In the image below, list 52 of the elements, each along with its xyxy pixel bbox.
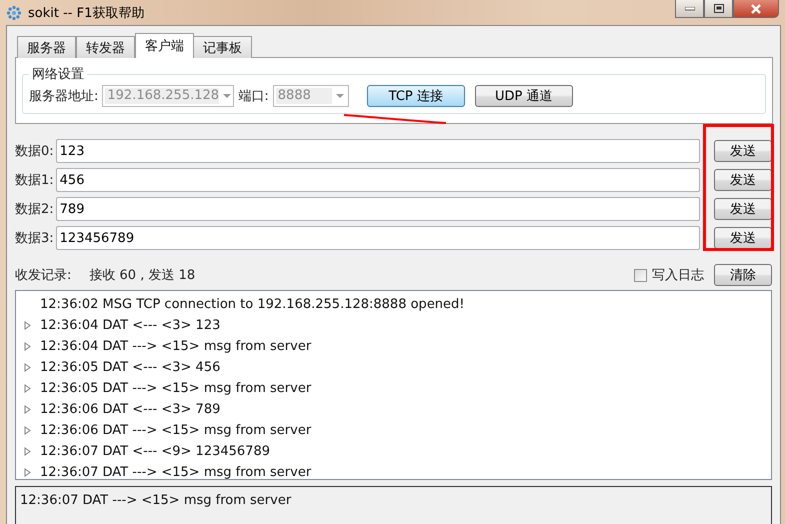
data-label: 数据0: — [15, 143, 54, 160]
clear-button[interactable]: 清除 — [714, 264, 772, 286]
expand-icon[interactable] — [24, 405, 31, 414]
expand-icon[interactable] — [24, 384, 31, 393]
log-entry[interactable]: 12:36:07 DAT <--- <9> 123456789 — [40, 444, 270, 459]
data-field[interactable]: 789 — [56, 197, 700, 221]
address-label: 服务器地址: — [29, 88, 98, 105]
tab[interactable]: 记事板 — [193, 36, 252, 58]
expand-icon[interactable] — [24, 426, 31, 435]
maximize-icon — [714, 4, 724, 13]
log-entry[interactable]: 12:36:06 DAT <--- <3> 789 — [40, 402, 220, 417]
send-button[interactable]: 发送 — [714, 198, 772, 220]
log-checkbox[interactable] — [634, 268, 647, 282]
tab[interactable]: 服务器 — [17, 36, 76, 58]
send-button[interactable]: 发送 — [714, 227, 772, 249]
app-icon — [6, 4, 22, 20]
log-checkbox-label: 写入日志 — [652, 267, 704, 284]
log-entry[interactable]: 12:36:05 DAT <--- <3> 456 — [40, 360, 220, 375]
maximize-button[interactable] — [704, 0, 733, 18]
send-button[interactable]: 发送 — [714, 169, 772, 191]
send-button[interactable]: 发送 — [714, 140, 772, 162]
expand-icon[interactable] — [24, 447, 31, 456]
data-field[interactable]: 123456789 — [56, 226, 700, 250]
data-field[interactable]: 456 — [56, 168, 700, 192]
expand-icon[interactable] — [24, 363, 31, 372]
connect-button[interactable]: TCP 连接 — [366, 85, 465, 107]
data-label: 数据3: — [15, 230, 54, 247]
data-label: 数据2: — [15, 201, 54, 218]
tab[interactable]: 客户端 — [135, 33, 194, 58]
minimize-icon — [684, 6, 694, 10]
close-icon — [750, 4, 762, 14]
log-entry[interactable]: 12:36:06 DAT ---> <15> msg from server — [40, 423, 312, 438]
data-field[interactable]: 123 — [56, 139, 700, 163]
window-title: sokit -- F1获取帮助 — [28, 4, 146, 22]
group-title: 网络设置 — [31, 66, 85, 83]
minimize-button[interactable] — [675, 0, 704, 18]
log-entry[interactable]: 12:36:02 MSG TCP connection to 192.168.255.128:8888 opened! — [40, 297, 465, 312]
log-entry[interactable]: 12:36:05 DAT ---> <15> msg from server — [40, 381, 312, 396]
tab[interactable]: 转发器 — [76, 36, 135, 58]
expand-icon[interactable] — [24, 321, 31, 330]
expand-icon[interactable] — [24, 468, 31, 477]
counts-text: 接收 60 , 发送 18 — [89, 267, 196, 284]
expand-icon[interactable] — [24, 342, 31, 351]
detail-text: 12:36:07 DAT ---> <15> msg from server — [20, 493, 292, 508]
close-button[interactable] — [733, 0, 779, 18]
log-entry[interactable]: 12:36:04 DAT <--- <3> 123 — [40, 318, 220, 333]
log-entry[interactable]: 12:36:07 DAT ---> <15> msg from server — [40, 465, 312, 480]
record-label: 收发记录: — [15, 267, 72, 284]
connect-button[interactable]: UDP 通道 — [474, 85, 573, 107]
port-label: 端口: — [238, 88, 269, 105]
data-label: 数据1: — [15, 172, 54, 189]
log-entry[interactable]: 12:36:04 DAT ---> <15> msg from server — [40, 339, 312, 354]
